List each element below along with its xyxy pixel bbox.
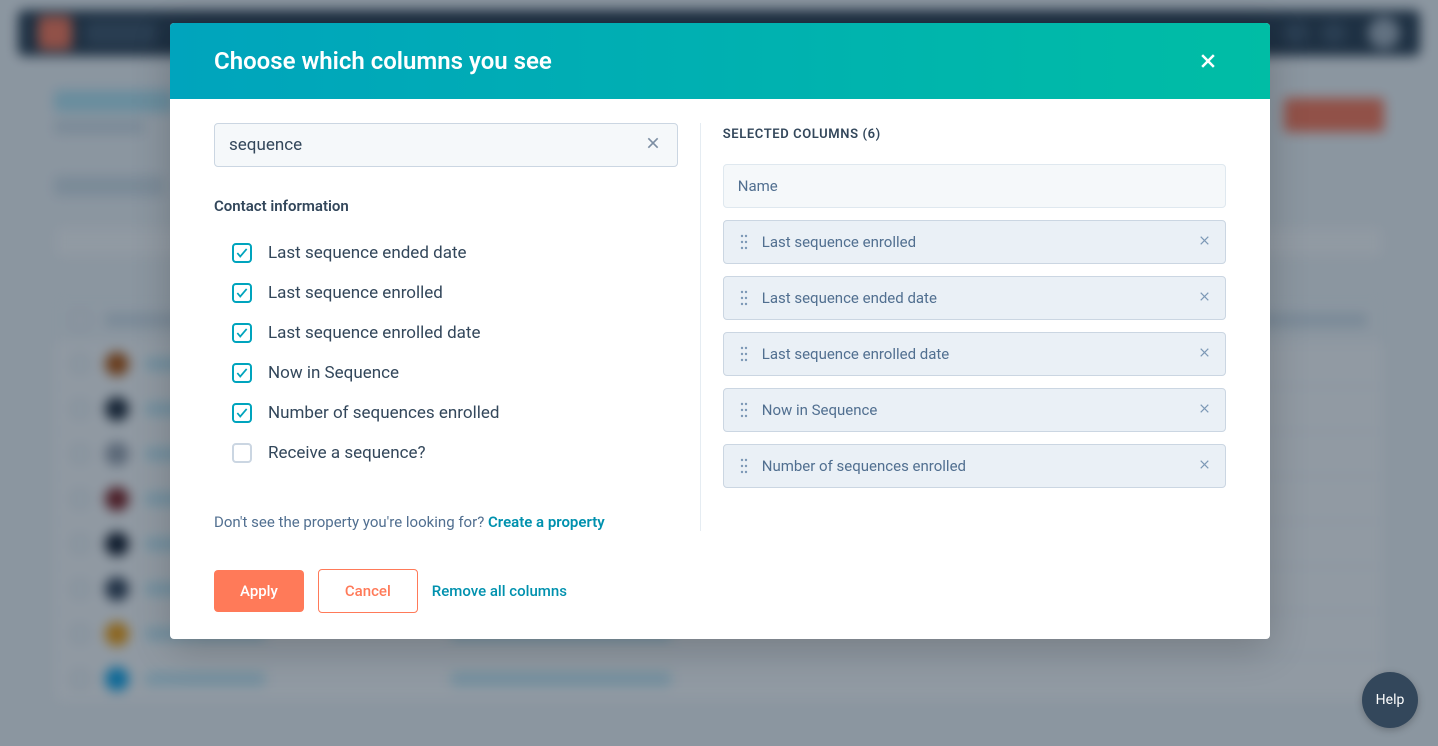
property-group-title: Contact information [214, 197, 662, 215]
close-icon [1198, 51, 1218, 71]
checkbox-checked-icon [232, 243, 252, 263]
checkbox-checked-icon [232, 323, 252, 343]
property-label: Last sequence ended date [268, 243, 467, 263]
remove-column-button[interactable] [1198, 289, 1211, 307]
checkbox-checked-icon [232, 283, 252, 303]
drag-handle-icon[interactable] [738, 233, 750, 251]
help-fab[interactable]: Help [1362, 672, 1418, 728]
edit-columns-modal: Choose which columns you see Contact inf… [170, 23, 1270, 639]
property-checkbox-row[interactable]: Last sequence enrolled [214, 273, 662, 313]
close-button[interactable] [1190, 43, 1226, 79]
checkbox-unchecked-icon [232, 443, 252, 463]
close-icon [645, 135, 661, 151]
modal-title: Choose which columns you see [214, 47, 552, 75]
selected-column-label: Last sequence enrolled [762, 233, 1186, 251]
selected-column-item[interactable]: Number of sequences enrolled [723, 444, 1226, 488]
selected-column-label: Now in Sequence [762, 401, 1186, 419]
property-checkbox-row[interactable]: Last sequence ended date [214, 233, 662, 273]
remove-column-button[interactable] [1198, 401, 1211, 419]
property-label: Number of sequences enrolled [268, 403, 499, 423]
modal-footer: Apply Cancel Remove all columns [170, 551, 1270, 639]
helper-text: Don't see the property you're looking fo… [214, 513, 488, 531]
property-label: Last sequence enrolled [268, 283, 443, 303]
drag-handle-icon[interactable] [738, 345, 750, 363]
selected-column-item[interactable]: Last sequence enrolled [723, 220, 1226, 264]
checkbox-checked-icon [232, 403, 252, 423]
helper-line: Don't see the property you're looking fo… [214, 513, 678, 531]
property-label: Last sequence enrolled date [268, 323, 481, 343]
drag-handle-icon[interactable] [738, 289, 750, 307]
selected-columns-pane: SELECTED COLUMNS (6) Name Last sequence e… [701, 123, 1226, 531]
remove-all-columns-button[interactable]: Remove all columns [432, 582, 567, 600]
clear-search-button[interactable] [641, 131, 665, 159]
selected-column-label: Last sequence ended date [762, 289, 1186, 307]
modal-body: Contact information Last sequence ended … [170, 99, 1270, 551]
selected-columns-heading: SELECTED COLUMNS (6) [723, 123, 1226, 142]
property-checkbox-row[interactable]: Receive a sequence? [214, 433, 662, 473]
property-label: Receive a sequence? [268, 443, 426, 463]
selected-column-item: Name [723, 164, 1226, 208]
apply-button[interactable]: Apply [214, 570, 304, 612]
remove-column-button[interactable] [1198, 457, 1211, 475]
selected-column-item[interactable]: Now in Sequence [723, 388, 1226, 432]
property-checkbox-row[interactable]: Number of sequences enrolled [214, 393, 662, 433]
create-property-link[interactable]: Create a property [488, 513, 605, 531]
selected-count: 6 [868, 127, 876, 142]
selected-column-label: Number of sequences enrolled [762, 457, 1186, 475]
selected-column-label: Last sequence enrolled date [762, 345, 1186, 363]
drag-handle-icon[interactable] [738, 457, 750, 475]
remove-column-button[interactable] [1198, 233, 1211, 251]
available-columns-pane: Contact information Last sequence ended … [214, 123, 700, 531]
property-checkbox-row[interactable]: Last sequence enrolled date [214, 313, 662, 353]
remove-column-button[interactable] [1198, 345, 1211, 363]
checkbox-checked-icon [232, 363, 252, 383]
search-wrap [214, 123, 678, 167]
cancel-button[interactable]: Cancel [318, 569, 418, 613]
modal-header: Choose which columns you see [170, 23, 1270, 99]
selected-column-item[interactable]: Last sequence ended date [723, 276, 1226, 320]
property-label: Now in Sequence [268, 363, 399, 383]
column-search-input[interactable] [229, 135, 641, 155]
property-list[interactable]: Contact information Last sequence ended … [214, 197, 678, 493]
help-fab-label: Help [1376, 692, 1405, 708]
drag-handle-icon[interactable] [738, 401, 750, 419]
selected-column-label: Name [738, 177, 1211, 195]
selected-heading-text: SELECTED COLUMNS [723, 127, 859, 142]
selected-column-item[interactable]: Last sequence enrolled date [723, 332, 1226, 376]
property-checkbox-row[interactable]: Now in Sequence [214, 353, 662, 393]
